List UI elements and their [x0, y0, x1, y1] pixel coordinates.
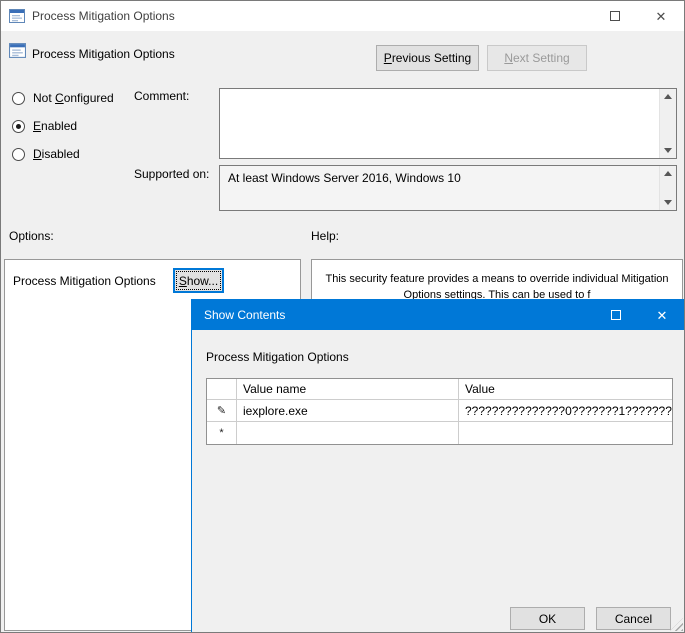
help-label: Help:	[311, 229, 339, 243]
dialog-titlebar[interactable]: Show Contents ✕	[192, 300, 685, 330]
maximize-button[interactable]	[592, 1, 638, 31]
setting-title: Process Mitigation Options	[32, 47, 175, 61]
dialog-caption-buttons: ✕	[593, 300, 685, 330]
button-accesskey: P	[384, 51, 392, 65]
row-selector-header	[207, 379, 237, 400]
radio-label: Not Configured	[33, 91, 114, 105]
edit-pencil-icon: ✎	[217, 404, 226, 417]
help-text: This security feature provides a means t…	[312, 260, 682, 303]
dialog-close-button[interactable]: ✕	[639, 300, 685, 330]
button-label: revious Setting	[392, 51, 471, 65]
resize-grip[interactable]	[670, 618, 683, 631]
show-button[interactable]: Show...	[173, 268, 224, 293]
supported-on-text: At least Windows Server 2016, Windows 10	[220, 166, 659, 210]
comment-text	[220, 89, 659, 158]
supported-scrollbar[interactable]	[659, 166, 676, 210]
radio-icon	[12, 148, 25, 161]
button-label: ext Setting	[513, 51, 570, 65]
column-header-value: Value	[459, 379, 672, 400]
arrow-down-icon	[664, 148, 672, 153]
ok-button[interactable]: OK	[510, 607, 585, 630]
radio-icon	[12, 120, 25, 133]
button-label: how...	[187, 274, 218, 288]
dialog-maximize-button[interactable]	[593, 300, 639, 330]
scroll-up-button[interactable]	[660, 166, 676, 181]
window-caption-buttons: ✕	[592, 1, 684, 31]
value-name-cell[interactable]: iexplore.exe	[237, 400, 459, 422]
row-selector[interactable]: *	[207, 422, 237, 444]
radio-icon	[12, 92, 25, 105]
radio-label: Enabled	[33, 119, 77, 133]
close-button[interactable]: ✕	[638, 1, 684, 31]
comment-scrollbar[interactable]	[659, 89, 676, 158]
scroll-up-button[interactable]	[660, 89, 676, 104]
dialog-heading: Process Mitigation Options	[206, 350, 349, 364]
arrow-down-icon	[664, 200, 672, 205]
options-label: Options:	[9, 229, 54, 243]
column-header-value-name: Value name	[237, 379, 459, 400]
maximize-icon	[611, 310, 621, 320]
maximize-icon	[610, 11, 620, 21]
policy-setting-icon	[9, 42, 26, 59]
value-name-cell[interactable]	[237, 422, 459, 444]
radio-disabled[interactable]: Disabled	[12, 146, 80, 162]
supported-on-label: Supported on:	[134, 167, 209, 181]
arrow-up-icon	[664, 94, 672, 99]
new-row-icon: *	[219, 427, 223, 439]
radio-dot	[16, 96, 21, 101]
dialog-title: Show Contents	[204, 308, 285, 322]
row-selector[interactable]: ✎	[207, 400, 237, 422]
close-icon: ✕	[657, 309, 668, 322]
values-grid: Value name Value ✎ iexplore.exe ????????…	[206, 378, 673, 445]
radio-dot	[16, 152, 21, 157]
arrow-up-icon	[664, 171, 672, 176]
window-titlebar[interactable]: Process Mitigation Options ✕	[1, 1, 684, 31]
supported-on-box: At least Windows Server 2016, Windows 10	[219, 165, 677, 211]
cancel-button[interactable]: Cancel	[596, 607, 671, 630]
comment-input[interactable]	[219, 88, 677, 159]
comment-label: Comment:	[134, 89, 189, 103]
show-contents-dialog: Show Contents ✕ Process Mitigation Optio…	[191, 299, 685, 633]
button-accesskey: N	[504, 51, 513, 65]
policy-settings-window: Process Mitigation Options ✕ Process Mit…	[0, 0, 685, 633]
value-cell[interactable]	[459, 422, 672, 444]
options-setting-label: Process Mitigation Options	[13, 274, 156, 288]
value-cell[interactable]: ???????????????0???????1???????1	[459, 400, 672, 422]
button-accesskey: S	[179, 274, 187, 288]
radio-dot	[16, 124, 21, 129]
scroll-down-button[interactable]	[660, 143, 676, 158]
radio-label: Disabled	[33, 147, 80, 161]
close-icon: ✕	[656, 10, 667, 23]
radio-not-configured[interactable]: Not Configured	[12, 90, 114, 106]
scroll-down-button[interactable]	[660, 195, 676, 210]
window-title: Process Mitigation Options	[32, 9, 175, 23]
next-setting-button: Next Setting	[487, 45, 587, 71]
previous-setting-button[interactable]: Previous Setting	[376, 45, 479, 71]
radio-enabled[interactable]: Enabled	[12, 118, 77, 134]
app-icon	[9, 8, 25, 24]
